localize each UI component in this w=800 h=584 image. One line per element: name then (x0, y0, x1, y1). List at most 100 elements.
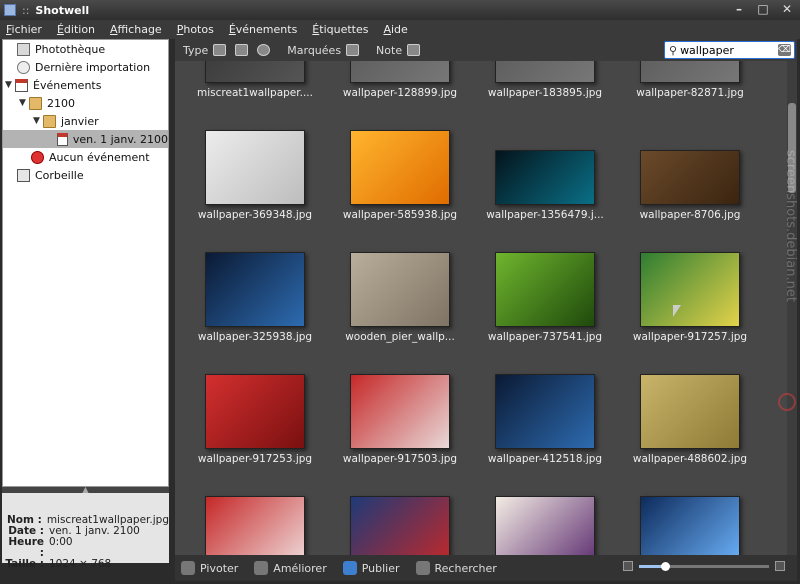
raw-filter-icon[interactable] (257, 44, 271, 56)
rotate-icon (181, 561, 195, 575)
photo-caption: wallpaper-412518.jpg (487, 453, 603, 465)
photo-caption: wallpaper-325938.jpg (197, 331, 313, 343)
photo-thumbnail[interactable] (495, 61, 595, 83)
photo-tile[interactable]: wallpaper-917348.jpg (182, 489, 328, 555)
minimize-icon[interactable]: – (732, 2, 746, 16)
rotate-label: Pivoter (200, 561, 239, 575)
property-value: 0:00 (49, 536, 73, 548)
photo-thumbnail[interactable] (495, 374, 595, 449)
publish-button[interactable]: Publier (342, 561, 400, 575)
photo-thumbnail[interactable] (640, 496, 740, 555)
sidebar-item-no-event[interactable]: Aucun événement (31, 148, 150, 166)
filter-bar: Type Marquées Note ⚲ ⌫ (175, 39, 797, 61)
close-icon[interactable]: ✕ (780, 2, 794, 16)
search-input[interactable] (680, 43, 771, 57)
photo-thumbnail[interactable] (205, 252, 305, 327)
property-key: Heure : (8, 536, 44, 559)
photo-thumbnail[interactable] (350, 130, 450, 205)
photo-tile[interactable]: wallpaper-916945.jpg (472, 489, 618, 555)
sidebar-item-trash[interactable]: Corbeille (17, 166, 84, 184)
photo-filter-icon[interactable] (213, 44, 227, 56)
flag-icon[interactable] (346, 44, 360, 56)
sidebar-item-photo-library[interactable]: Photothèque (17, 40, 105, 58)
expand-arrow-icon[interactable]: ▼ (33, 116, 43, 126)
find-label: Rechercher (434, 561, 497, 575)
menu-photos[interactable]: Photos (177, 23, 214, 36)
sidebar-item-day-event[interactable]: ven. 1 janv. 2100 (3, 130, 168, 148)
sidebar-item-last-import[interactable]: Dernière importation (17, 58, 150, 76)
photo-tile[interactable]: wallpaper-917253.jpg (182, 367, 328, 487)
menu-aide[interactable]: Aide (383, 23, 407, 36)
clear-search-icon[interactable]: ⌫ (778, 44, 791, 56)
sidebar-item-events[interactable]: ▼ Événements (5, 76, 101, 94)
rating-menu-icon[interactable] (407, 44, 421, 56)
photo-thumbnail[interactable] (495, 496, 595, 555)
zoom-slider[interactable] (639, 561, 769, 571)
photo-tile[interactable]: wallpaper-128899.jpg (327, 61, 473, 121)
menu-edition[interactable]: Édition (57, 23, 95, 36)
menu-evenements[interactable]: Événements (229, 23, 297, 36)
sidebar-item-year-2100[interactable]: ▼ 2100 (19, 94, 75, 112)
photo-tile[interactable]: wallpaper-186537.jpg (327, 489, 473, 555)
photo-tile[interactable]: wallpaper-585938.jpg (327, 123, 473, 243)
menu-etiquettes[interactable]: Étiquettes (312, 23, 368, 36)
photo-tile[interactable]: wallpaper-325938.jpg (182, 245, 328, 365)
publish-label: Publier (361, 561, 400, 575)
expand-arrow-icon[interactable]: ▼ (19, 98, 29, 108)
photo-library-icon (17, 42, 30, 56)
photo-thumbnail[interactable] (640, 252, 740, 327)
photo-tile[interactable]: wallpaper-1356479.j... (472, 123, 618, 243)
photo-thumbnail[interactable] (205, 130, 305, 205)
photo-thumbnail[interactable] (640, 374, 740, 449)
menu-affichage[interactable]: Affichage (110, 23, 162, 36)
import-icon (17, 60, 30, 74)
menu-fichier[interactable]: Fichier (6, 23, 42, 36)
expand-arrow-icon[interactable]: ▼ (5, 80, 15, 90)
photo-thumbnail[interactable] (350, 374, 450, 449)
photo-tile[interactable]: wallpaper-412518.jpg (472, 367, 618, 487)
sidebar-item-label: Dernière importation (35, 60, 151, 74)
photo-tile[interactable]: wallpaper-917257.jpg (617, 245, 763, 365)
zoom-slider-knob[interactable] (661, 561, 670, 571)
search-box: ⚲ ⌫ (664, 41, 795, 59)
menu-bar: Fichier Édition Affichage Photos Événeme… (0, 20, 800, 39)
photo-thumbnail[interactable] (350, 496, 450, 555)
flagged-filter-label: Marquées (287, 43, 342, 57)
photo-tile[interactable]: wallpaper-8706.jpg (617, 123, 763, 243)
sidebar-item-label: Photothèque (35, 42, 106, 56)
video-filter-icon[interactable] (235, 44, 249, 56)
photo-thumbnail[interactable] (350, 252, 450, 327)
mouse-cursor-icon (673, 305, 681, 317)
photo-tile[interactable]: wooden_pier_wallp... (327, 245, 473, 365)
photo-thumbnail[interactable] (205, 496, 305, 555)
property-key: Taille : (5, 558, 44, 570)
sidebar-item-month-janvier[interactable]: ▼ janvier (33, 112, 99, 130)
photo-thumbnail[interactable] (640, 150, 740, 205)
maximize-icon[interactable]: □ (756, 2, 770, 16)
window-title: Shotwell (35, 3, 90, 17)
photo-tile[interactable]: wallpaper-369348.jpg (182, 123, 328, 243)
photo-tile[interactable]: wallpaper-82871.jpg (617, 61, 763, 121)
zoom-out-icon[interactable] (623, 561, 633, 571)
find-button[interactable]: Rechercher (415, 561, 497, 575)
photo-caption: miscreat1wallpaper.... (197, 87, 313, 99)
photo-caption: wallpaper-1356479.j... (486, 209, 604, 221)
rotate-button[interactable]: Pivoter (181, 561, 238, 575)
photo-thumbnail[interactable] (495, 150, 595, 205)
photo-thumbnail[interactable] (205, 61, 305, 83)
photo-caption: wallpaper-917253.jpg (197, 453, 313, 465)
photo-thumbnail[interactable] (495, 252, 595, 327)
photo-tile[interactable]: wallpaper-183895.jpg (472, 61, 618, 121)
photo-caption: wallpaper-917257.jpg (632, 331, 748, 343)
zoom-in-icon[interactable] (775, 561, 785, 571)
sidebar-item-label: ven. 1 janv. 2100 (72, 132, 168, 146)
photo-tile[interactable]: wallpaper-1045039.j... (617, 489, 763, 555)
photo-tile[interactable]: miscreat1wallpaper.... (182, 61, 328, 121)
photo-tile[interactable]: wallpaper-488602.jpg (617, 367, 763, 487)
photo-tile[interactable]: wallpaper-917503.jpg (327, 367, 473, 487)
photo-tile[interactable]: wallpaper-737541.jpg (472, 245, 618, 365)
photo-thumbnail[interactable] (205, 374, 305, 449)
enhance-button[interactable]: Améliorer (254, 561, 327, 575)
photo-thumbnail[interactable] (350, 61, 450, 83)
photo-thumbnail[interactable] (640, 61, 740, 83)
